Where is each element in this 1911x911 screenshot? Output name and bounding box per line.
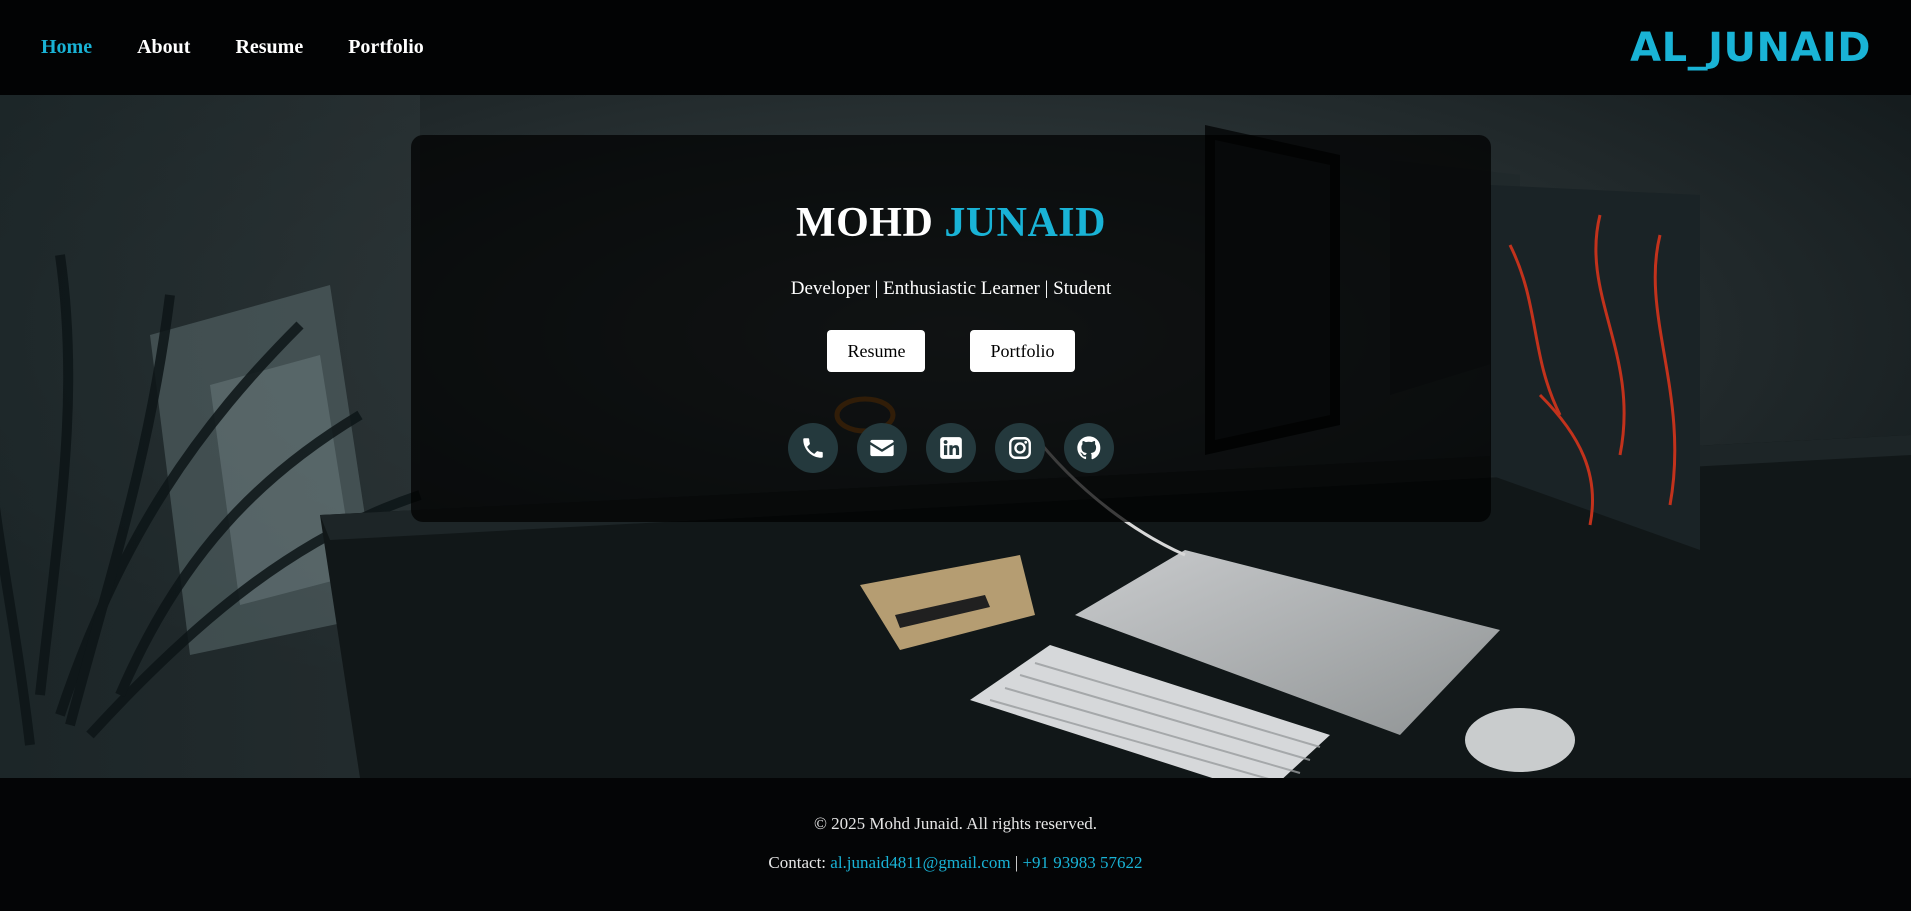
hero-name-last: JUNAID <box>944 200 1106 246</box>
phone-link-footer[interactable]: +91 93983 57622 <box>1022 853 1142 872</box>
instagram-icon <box>1009 437 1031 459</box>
nav-link-home[interactable]: Home <box>41 36 92 59</box>
nav-link-portfolio[interactable]: Portfolio <box>348 36 424 59</box>
footer: © 2025 Mohd Junaid. All rights reserved.… <box>0 778 1911 911</box>
page: Home About Resume Portfolio AL_JUNAID MO… <box>0 0 1911 911</box>
contact-line: Contact: al.junaid4811@gmail.com | +91 9… <box>0 853 1911 873</box>
navbar: Home About Resume Portfolio AL_JUNAID <box>0 0 1911 95</box>
hero-tagline: Developer | Enthusiastic Learner | Stude… <box>790 278 1112 299</box>
copyright-text: © 2025 Mohd Junaid. All rights reserved. <box>814 814 1097 833</box>
social-links <box>411 423 1491 473</box>
phone-link[interactable] <box>788 423 838 473</box>
hero-name-first: MOHD <box>796 200 934 246</box>
brand-logo[interactable]: AL_JUNAID <box>1630 25 1871 71</box>
email-link[interactable] <box>857 423 907 473</box>
contact-separator: | <box>1014 853 1019 872</box>
instagram-link[interactable] <box>995 423 1045 473</box>
contact-label: Contact: <box>768 853 827 872</box>
intro-card: MOHD JUNAID Developer | Enthusiastic Lea… <box>411 135 1491 522</box>
envelope-icon <box>870 439 894 457</box>
hero-button-row: Resume Portfolio <box>411 330 1491 372</box>
phone-icon <box>803 438 823 458</box>
email-link-footer[interactable]: al.junaid4811@gmail.com <box>830 853 1010 872</box>
github-link[interactable] <box>1064 423 1114 473</box>
nav-link-about[interactable]: About <box>137 36 190 59</box>
hero-name: MOHD JUNAID <box>411 135 1491 244</box>
github-icon <box>1077 436 1101 460</box>
nav-link-resume[interactable]: Resume <box>235 36 303 59</box>
linkedin-link[interactable] <box>926 423 976 473</box>
resume-button[interactable]: Resume <box>827 330 926 372</box>
portfolio-button[interactable]: Portfolio <box>970 330 1075 372</box>
linkedin-icon <box>940 437 962 459</box>
nav-links: Home About Resume Portfolio <box>40 36 424 59</box>
